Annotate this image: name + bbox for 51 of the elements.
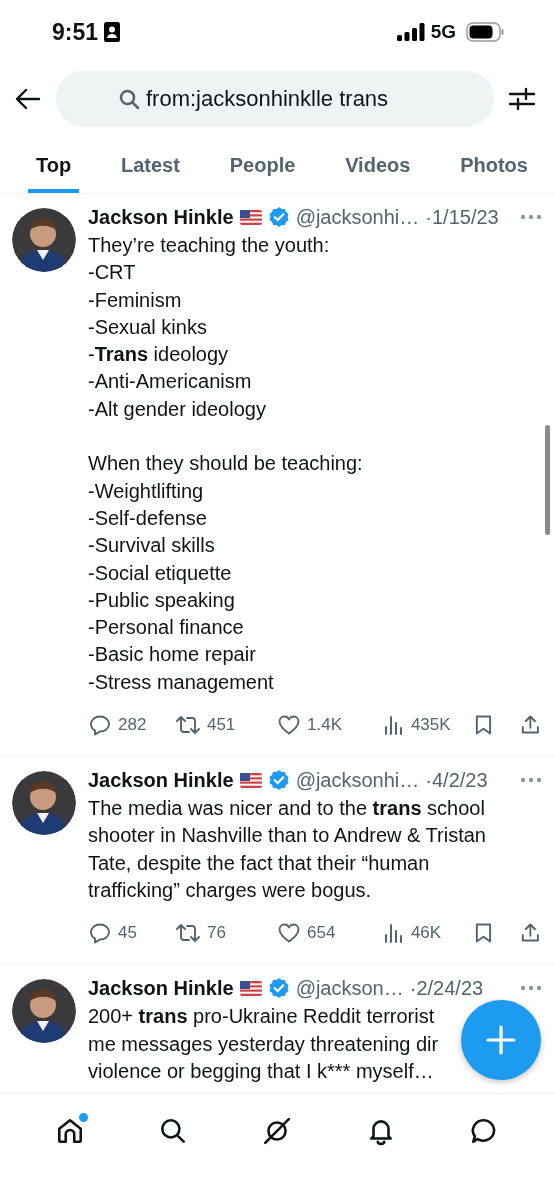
- filter-sliders-icon[interactable]: [508, 85, 536, 113]
- verified-badge-icon: [267, 769, 290, 792]
- view-count: 46K: [410, 923, 442, 944]
- status-time: 9:51: [52, 18, 99, 46]
- flag-icon: [239, 980, 262, 996]
- verified-badge-icon: [267, 977, 290, 1000]
- tab[interactable]: Latest: [113, 136, 188, 193]
- author-handle[interactable]: @jacksonhi…: [295, 768, 420, 792]
- tab[interactable]: People: [221, 136, 304, 193]
- more-icon[interactable]: [520, 985, 542, 992]
- reply-icon[interactable]: [88, 921, 112, 946]
- tweet-text: They’re teaching the youth: -CRT -Feminism -Sexual kinks -Trans ideology -Anti-Americanism -Alt gender ideology: [88, 233, 330, 422]
- id-badge-icon: [104, 22, 121, 42]
- plus-icon: [486, 1025, 516, 1056]
- search-icon: [118, 88, 140, 110]
- flag-icon: [239, 209, 262, 225]
- verified-badge-icon: [267, 206, 290, 228]
- author-name[interactable]: Jackson Hinkle: [88, 976, 234, 1000]
- tweet-date[interactable]: ·2/24/23: [409, 976, 484, 1000]
- bar-chart-icon[interactable]: [382, 713, 405, 738]
- signal-icon: [396, 23, 425, 41]
- author-handle[interactable]: @jacksonhi…: [295, 205, 420, 229]
- bar-chart-icon[interactable]: [382, 921, 405, 946]
- tweet-text: The media was nicer and to the trans school shooter in Nashville than to Andrew & Tristan Tate, despite the fact that their “human trafficking” charges were bogus.: [88, 796, 486, 903]
- tab[interactable]: Photos: [452, 136, 536, 193]
- compose-button[interactable]: [461, 1000, 541, 1081]
- tab[interactable]: Top: [28, 136, 80, 193]
- author-name[interactable]: Jackson Hinkle: [88, 205, 234, 229]
- search-field[interactable]: from:jacksonhinklle trans: [56, 71, 494, 127]
- view-count: 435K: [410, 715, 451, 736]
- more-icon[interactable]: [520, 777, 542, 784]
- tweet-date[interactable]: ·1/15/23: [425, 205, 499, 229]
- author-handle[interactable]: @jackson…: [295, 976, 404, 1000]
- reply-count: 45: [118, 923, 137, 944]
- like-count: 1.4K: [307, 715, 342, 736]
- battery-icon: [466, 22, 504, 42]
- tweet-text: 200+ trans pro-Ukraine Reddit terrorist me messages yesterday threatening dir violence or begging that I k*** myself…: [88, 1004, 439, 1084]
- repost-count: 76: [206, 923, 226, 944]
- tab[interactable]: Videos: [337, 136, 419, 193]
- reply-count: 282: [118, 715, 147, 736]
- back-arrow-icon[interactable]: [14, 87, 42, 111]
- like-count: 654: [307, 923, 336, 944]
- author-name[interactable]: Jackson Hinkle: [88, 768, 234, 792]
- slashed-circle-icon[interactable]: [262, 1116, 292, 1147]
- repost-count: 451: [206, 715, 236, 736]
- network-label: 5G: [430, 21, 456, 43]
- more-icon[interactable]: [520, 214, 542, 220]
- flag-icon: [239, 772, 262, 788]
- tweet-date[interactable]: ·4/2/23: [425, 768, 488, 792]
- tweet-text: When they should be teaching: -Weightlifting -Self-defense -Survival skills -Social etiquette -Public speaking -Personal finance -Basic home repair -Stress management: [88, 451, 363, 695]
- reply-icon[interactable]: [88, 713, 112, 738]
